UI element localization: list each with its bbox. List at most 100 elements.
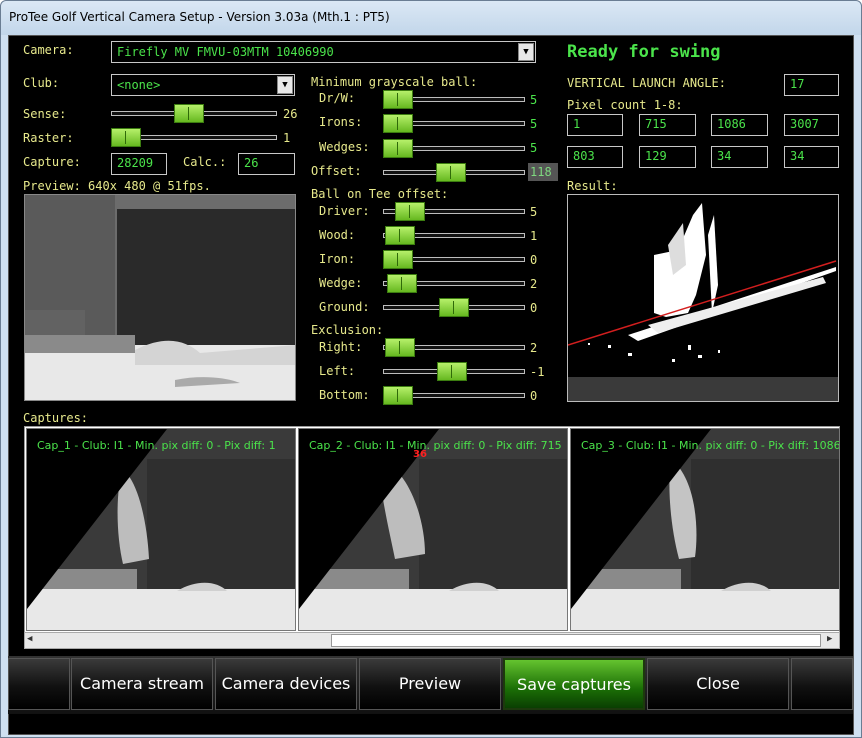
preview-button[interactable]: Preview (359, 658, 501, 710)
club-value: <none> (117, 78, 161, 92)
pixel-count-field[interactable]: 3007 (784, 114, 839, 136)
scroll-left-icon[interactable]: ◀ (27, 634, 32, 644)
wood-slider[interactable] (383, 224, 525, 246)
result-scene (568, 203, 838, 401)
drw-slider[interactable] (383, 88, 525, 110)
driver-slider[interactable] (383, 200, 525, 222)
preview-scene (25, 195, 295, 400)
bottom-slider[interactable] (383, 384, 525, 406)
camera-stream-button[interactable]: Camera stream (71, 658, 213, 710)
left-label: Left: (319, 364, 356, 378)
capture-frame-2[interactable]: Cap_2 - Club: I1 - Min. pix diff: 0 - Pi… (298, 428, 568, 631)
left-slider[interactable] (383, 360, 525, 382)
slider-thumb[interactable] (383, 250, 413, 269)
ground-slider[interactable] (383, 296, 525, 318)
calc-label: Calc.: (183, 155, 227, 169)
capture-image (27, 429, 295, 630)
slider-thumb[interactable] (385, 338, 415, 357)
irons-slider[interactable] (383, 112, 525, 134)
result-image (567, 194, 839, 402)
wood-label: Wood: (319, 228, 356, 242)
captures-label: Captures: (23, 411, 89, 425)
slider-thumb[interactable] (111, 128, 141, 147)
slider-thumb[interactable] (383, 90, 413, 109)
wedges-value: 5 (528, 139, 558, 157)
camera-value: Firefly MV FMVU-03MTM 10406990 (117, 45, 334, 59)
capture-image (299, 429, 567, 630)
right-label: Right: (319, 340, 363, 354)
raster-slider[interactable] (111, 126, 277, 148)
capture-caption: Cap_1 - Club: I1 - Min. pix diff: 0 - Pi… (37, 439, 276, 452)
preview-image (24, 194, 296, 401)
pixel-count-label: Pixel count 1-8: (567, 98, 683, 112)
capture-caption: Cap_3 - Club: I1 - Min. pix diff: 0 - Pi… (581, 439, 840, 452)
iron-slider[interactable] (383, 248, 525, 270)
drw-label: Dr/W: (319, 91, 356, 105)
pixel-count-field[interactable]: 803 (567, 146, 623, 168)
window-title: ProTee Golf Vertical Camera Setup - Vers… (9, 10, 390, 24)
camera-devices-button[interactable]: Camera devices (215, 658, 357, 710)
slider-thumb[interactable] (439, 298, 469, 317)
capture-frame-3[interactable]: Cap_3 - Club: I1 - Min. pix diff: 0 - Pi… (570, 428, 840, 631)
wedges-label: Wedges: (319, 140, 370, 154)
pixel-count-field[interactable]: 1086 (711, 114, 768, 136)
sense-slider[interactable] (111, 102, 277, 124)
club-select[interactable]: <none> ▼ (111, 74, 295, 96)
slider-thumb[interactable] (174, 104, 204, 123)
title-bar: ProTee Golf Vertical Camera Setup - Vers… (1, 1, 861, 35)
sense-value: 26 (283, 107, 298, 121)
button-bar-spacer (791, 658, 853, 710)
calc-field[interactable]: 26 (238, 153, 295, 175)
right-slider[interactable] (383, 336, 525, 358)
capture-frame-1[interactable]: Cap_1 - Club: I1 - Min. pix diff: 0 - Pi… (26, 428, 296, 631)
pixel-count-field[interactable]: 715 (639, 114, 696, 136)
right-value: 2 (530, 341, 538, 355)
slider-thumb[interactable] (387, 274, 417, 293)
slider-thumb[interactable] (383, 139, 413, 158)
slider-thumb[interactable] (395, 202, 425, 221)
wedges-slider[interactable] (383, 137, 525, 159)
wood-value: 1 (530, 229, 538, 243)
capture-label: Capture: (23, 155, 81, 169)
close-button[interactable]: Close (647, 658, 789, 710)
pixel-count-field[interactable]: 1 (567, 114, 623, 136)
offset-slider[interactable] (383, 161, 525, 183)
chevron-down-icon[interactable]: ▼ (277, 76, 293, 94)
left-value: -1 (530, 365, 545, 379)
slider-thumb[interactable] (385, 226, 415, 245)
camera-select[interactable]: Firefly MV FMVU-03MTM 10406990 ▼ (111, 41, 536, 63)
slider-thumb[interactable] (383, 386, 413, 405)
ground-label: Ground: (319, 300, 370, 314)
club-label: Club: (23, 76, 60, 90)
pixel-count-field[interactable]: 34 (711, 146, 768, 168)
slider-thumb[interactable] (383, 114, 413, 133)
button-bar-spacer (8, 658, 70, 710)
sense-label: Sense: (23, 107, 67, 121)
exclusion-label: Exclusion: (311, 323, 384, 337)
min-gray-label: Minimum grayscale ball: (311, 75, 478, 89)
captures-scrollbar[interactable]: ◀ ▶ (24, 632, 840, 649)
status-text: Ready for swing (567, 42, 721, 62)
offset-label: Offset: (311, 164, 362, 178)
camera-label: Camera: (23, 43, 74, 57)
raster-value: 1 (283, 131, 291, 145)
launch-label: VERTICAL LAUNCH ANGLE: (567, 76, 726, 90)
launch-angle-field[interactable]: 17 (784, 74, 839, 96)
iron-label: Iron: (319, 252, 356, 266)
chevron-down-icon[interactable]: ▼ (518, 43, 534, 61)
slider-thumb[interactable] (437, 362, 467, 381)
preview-label: Preview: 640x 480 @ 51fps. (23, 179, 211, 193)
capture-field[interactable]: 28209 (111, 153, 167, 175)
bottom-value: 0 (530, 389, 538, 403)
pixel-count-field[interactable]: 34 (784, 146, 839, 168)
tee-offset-label: Ball on Tee offset: (311, 187, 449, 201)
drw-value: 5 (528, 91, 558, 109)
slider-thumb[interactable] (436, 163, 466, 182)
pixel-count-field[interactable]: 129 (639, 146, 696, 168)
capture-caption: Cap_2 - Club: I1 - Min. pix diff: 0 - Pi… (309, 439, 562, 452)
save-captures-button[interactable]: Save captures (503, 658, 645, 710)
scrollbar-thumb[interactable] (331, 634, 821, 647)
wedge-slider[interactable] (383, 272, 525, 294)
scroll-right-icon[interactable]: ▶ (827, 634, 832, 644)
raster-label: Raster: (23, 131, 74, 145)
